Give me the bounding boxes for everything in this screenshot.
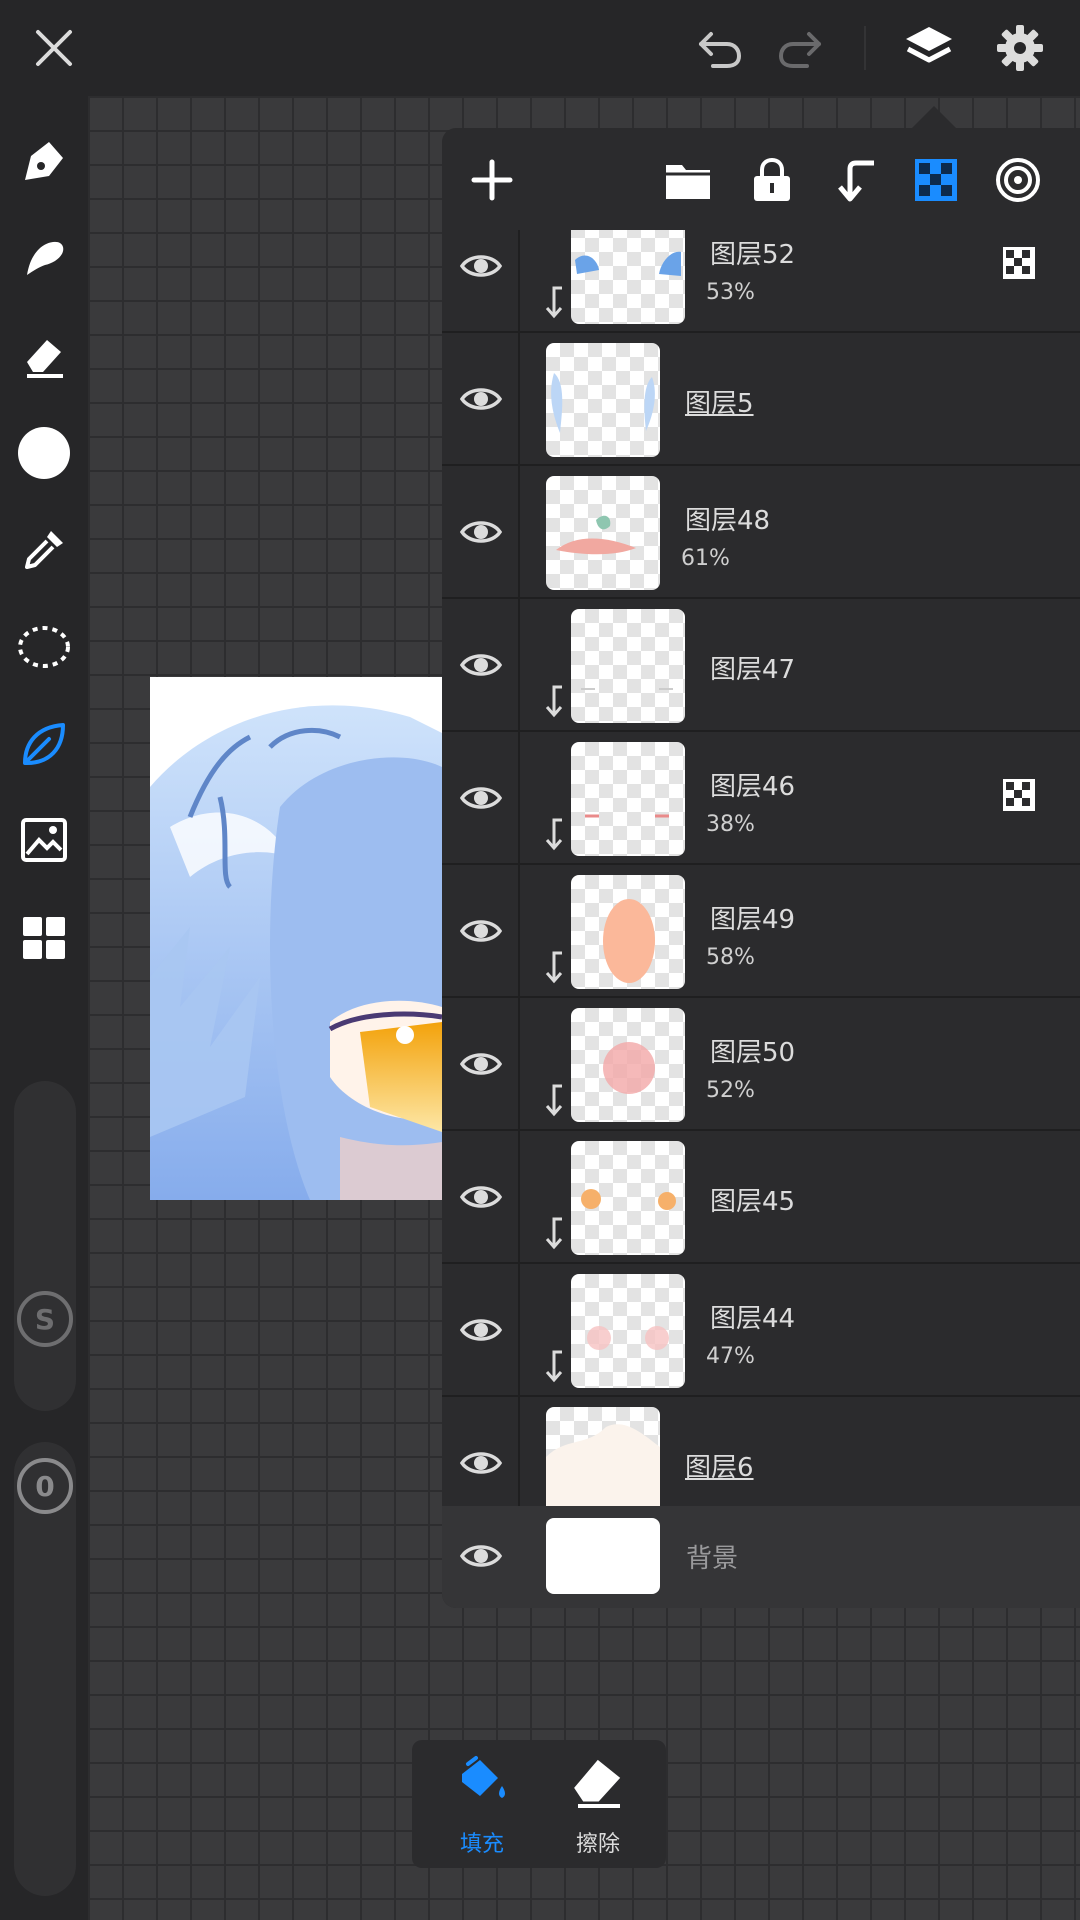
opacity-slider-knob[interactable]: 0 [17,1458,73,1514]
background-layer-thumbnail [546,1518,660,1594]
visibility-eye-icon[interactable] [459,1536,503,1576]
layer-name: 图层49 [710,905,796,935]
fill-label: 填充 [459,1832,504,1857]
visibility-eye-icon[interactable] [459,1044,503,1084]
layer-name: 图层45 [710,1187,796,1217]
brush-size-slider[interactable]: S [14,1081,76,1411]
background-layer-row[interactable]: 背景 [442,1506,1080,1608]
alpha-lock-indicator-icon[interactable] [1002,778,1036,812]
layers-icon[interactable] [899,18,959,78]
clip-icon[interactable] [826,150,886,210]
clip-arrow-icon [542,949,566,985]
layer-thumbnail[interactable] [571,1141,685,1255]
layer-panel-header [442,128,1080,230]
layer-panel: 图层52 53% 图层5 图层48 61% 图层47 图层46 38% 图层49 58% 图层50 5… [442,128,1080,1608]
fill-mode-popup: 填充 擦除 [412,1740,666,1868]
layer-opacity: 38% [706,812,755,837]
layer-name: 图层50 [710,1038,796,1068]
toolbar-divider [864,26,866,70]
visibility-eye-icon[interactable] [459,645,503,685]
layer-thumbnail[interactable] [571,609,685,723]
clip-arrow-icon [542,284,566,320]
layer-opacity: 61% [681,546,730,571]
clip-arrow-icon [542,1348,566,1384]
layer-thumbnail[interactable] [571,1274,685,1388]
layer-row[interactable]: 图层47 [442,599,1080,732]
visibility-eye-icon[interactable] [459,1177,503,1217]
layer-row[interactable]: 图层49 58% [442,865,1080,998]
folder-icon[interactable] [658,150,718,210]
image-import-icon[interactable] [14,811,74,871]
blend-icon[interactable] [988,150,1048,210]
grid-tiles-icon[interactable] [14,908,74,968]
redo-icon[interactable] [770,18,830,78]
eyedropper-icon[interactable] [14,520,74,580]
panel-caret [912,106,956,128]
opacity-slider-label: 0 [35,1469,55,1503]
layer-row[interactable]: 图层48 61% [442,466,1080,599]
background-layer-name: 背景 [686,1544,739,1574]
layer-name: 图层5 [685,389,754,419]
layer-thumbnail[interactable] [571,1008,685,1122]
layer-opacity: 52% [706,1078,755,1103]
eraser-mode-icon [574,1759,621,1808]
layer-row[interactable]: 图层45 [442,1131,1080,1264]
visibility-eye-icon[interactable] [459,512,503,552]
layer-thumbnail[interactable] [546,476,660,590]
alpha-lock-indicator-icon[interactable] [1002,246,1036,280]
layer-thumbnail[interactable] [546,1407,660,1521]
visibility-eye-icon[interactable] [459,778,503,818]
add-layer-icon[interactable] [462,150,522,210]
layer-list[interactable]: 图层52 53% 图层5 图层48 61% 图层47 图层46 38% 图层49 58% 图层50 5… [442,230,1080,1608]
size-slider-knob[interactable]: S [17,1291,73,1347]
erase-label: 擦除 [575,1832,620,1857]
layer-row[interactable]: 图层44 47% [442,1264,1080,1397]
lasso-icon[interactable] [14,617,74,677]
layer-thumbnail[interactable] [546,343,660,457]
clip-arrow-icon [542,1082,566,1118]
smudge-icon[interactable] [14,228,74,288]
undo-icon[interactable] [690,18,750,78]
layer-opacity: 47% [706,1344,755,1369]
visibility-eye-icon[interactable] [459,1310,503,1350]
fill-button[interactable]: 填充 [432,1754,532,1858]
opacity-slider[interactable]: 0 [14,1442,76,1896]
eraser-icon[interactable] [14,325,74,385]
layer-name: 图层47 [710,655,796,685]
layer-row[interactable]: 图层5 [442,333,1080,466]
layer-row[interactable]: 图层50 52% [442,998,1080,1131]
layer-thumbnail[interactable] [571,742,685,856]
fill-leaf-icon[interactable] [14,714,74,774]
lock-icon[interactable] [742,150,802,210]
visibility-eye-icon[interactable] [459,1443,503,1483]
layer-name: 图层6 [685,1453,754,1483]
layer-thumbnail[interactable] [571,230,685,324]
layer-opacity: 53% [706,280,755,305]
size-slider-label: S [34,1302,56,1336]
erase-button[interactable]: 擦除 [548,1754,648,1858]
visibility-eye-icon[interactable] [459,246,503,286]
layer-opacity: 58% [706,945,755,970]
visibility-eye-icon[interactable] [459,911,503,951]
layer-name: 图层52 [710,240,796,270]
layer-row[interactable]: 图层52 53% [442,230,1080,333]
pen-icon[interactable] [14,131,74,191]
layer-row[interactable]: 图层46 38% [442,732,1080,865]
gear-icon[interactable] [990,18,1050,78]
left-toolbar: S 0 [0,96,88,1920]
alpha-lock-icon[interactable] [906,150,966,210]
paint-bucket-icon [462,1756,505,1798]
visibility-eye-icon[interactable] [459,379,503,419]
color-icon[interactable] [14,423,74,483]
clip-arrow-icon [542,816,566,852]
layer-name: 图层44 [710,1304,796,1334]
layer-thumbnail[interactable] [571,875,685,989]
clip-arrow-icon [542,683,566,719]
clip-arrow-icon [542,1215,566,1251]
layer-name: 图层46 [710,772,796,802]
top-bar [0,0,1080,96]
layer-name: 图层48 [685,506,771,536]
close-icon[interactable] [24,18,84,78]
